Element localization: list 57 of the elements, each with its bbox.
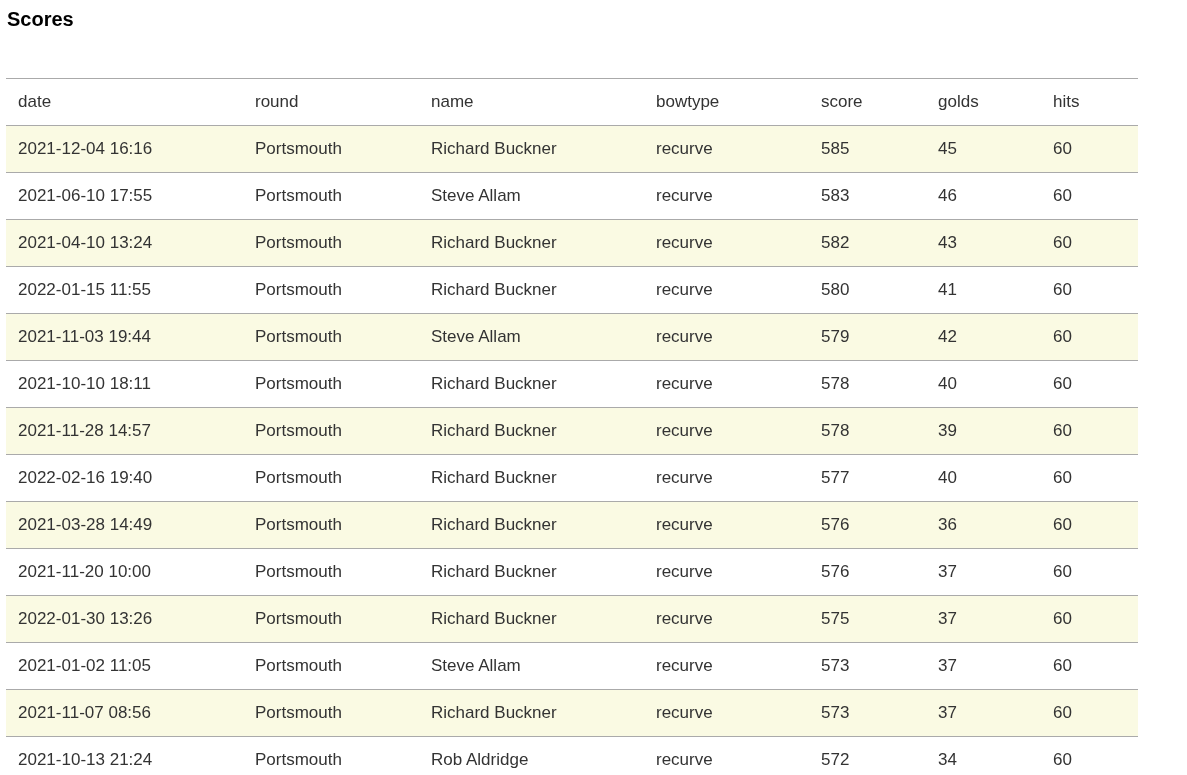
table-cell: Portsmouth (243, 313, 419, 361)
table-cell: 585 (809, 125, 926, 173)
table-cell: 42 (926, 313, 1041, 361)
table-cell: 2021-04-10 13:24 (6, 219, 243, 267)
table-cell: 582 (809, 219, 926, 267)
table-cell: Richard Buckner (419, 595, 644, 643)
table-cell: Portsmouth (243, 501, 419, 549)
table-cell: 60 (1041, 125, 1138, 173)
table-cell: 34 (926, 736, 1041, 775)
table-cell: Portsmouth (243, 407, 419, 455)
table-cell: recurve (644, 407, 809, 455)
table-cell: 572 (809, 736, 926, 775)
table-cell: Portsmouth (243, 125, 419, 173)
table-cell: 37 (926, 689, 1041, 737)
table-cell: 573 (809, 689, 926, 737)
table-cell: 36 (926, 501, 1041, 549)
table-cell: 575 (809, 595, 926, 643)
table-cell: 60 (1041, 313, 1138, 361)
table-cell: Richard Buckner (419, 689, 644, 737)
table-cell: 2021-11-03 19:44 (6, 313, 243, 361)
table-cell: 45 (926, 125, 1041, 173)
table-cell: recurve (644, 313, 809, 361)
table-cell: Portsmouth (243, 595, 419, 643)
table-cell: Portsmouth (243, 736, 419, 775)
table-cell: 2021-10-13 21:24 (6, 736, 243, 775)
table-cell: 60 (1041, 501, 1138, 549)
table-cell: 2021-12-04 16:16 (6, 125, 243, 173)
table-cell: Richard Buckner (419, 125, 644, 173)
table-cell: 43 (926, 219, 1041, 267)
table-cell: 579 (809, 313, 926, 361)
table-cell: 2021-11-28 14:57 (6, 407, 243, 455)
table-cell: recurve (644, 595, 809, 643)
table-cell: 60 (1041, 407, 1138, 455)
table-cell: recurve (644, 219, 809, 267)
table-cell: 37 (926, 595, 1041, 643)
table-cell: recurve (644, 501, 809, 549)
table-cell: Steve Allam (419, 313, 644, 361)
table-cell: recurve (644, 736, 809, 775)
table-cell: 2022-01-30 13:26 (6, 595, 243, 643)
table-cell: 60 (1041, 689, 1138, 737)
table-cell: 578 (809, 407, 926, 455)
table-cell: Portsmouth (243, 219, 419, 267)
table-cell: 60 (1041, 736, 1138, 775)
table-cell: 60 (1041, 595, 1138, 643)
table-cell: Richard Buckner (419, 501, 644, 549)
page-title: Scores (6, 7, 75, 32)
table-cell: recurve (644, 125, 809, 173)
table-cell: 39 (926, 407, 1041, 455)
table-cell: recurve (644, 689, 809, 737)
table-cell: Rob Aldridge (419, 736, 644, 775)
table-cell: 2021-11-07 08:56 (6, 689, 243, 737)
table-cell: Portsmouth (243, 689, 419, 737)
table-cell: 576 (809, 501, 926, 549)
table-cell: 2021-03-28 14:49 (6, 501, 243, 549)
table-cell: 60 (1041, 219, 1138, 267)
table-cell: Richard Buckner (419, 219, 644, 267)
table-cell: Richard Buckner (419, 407, 644, 455)
